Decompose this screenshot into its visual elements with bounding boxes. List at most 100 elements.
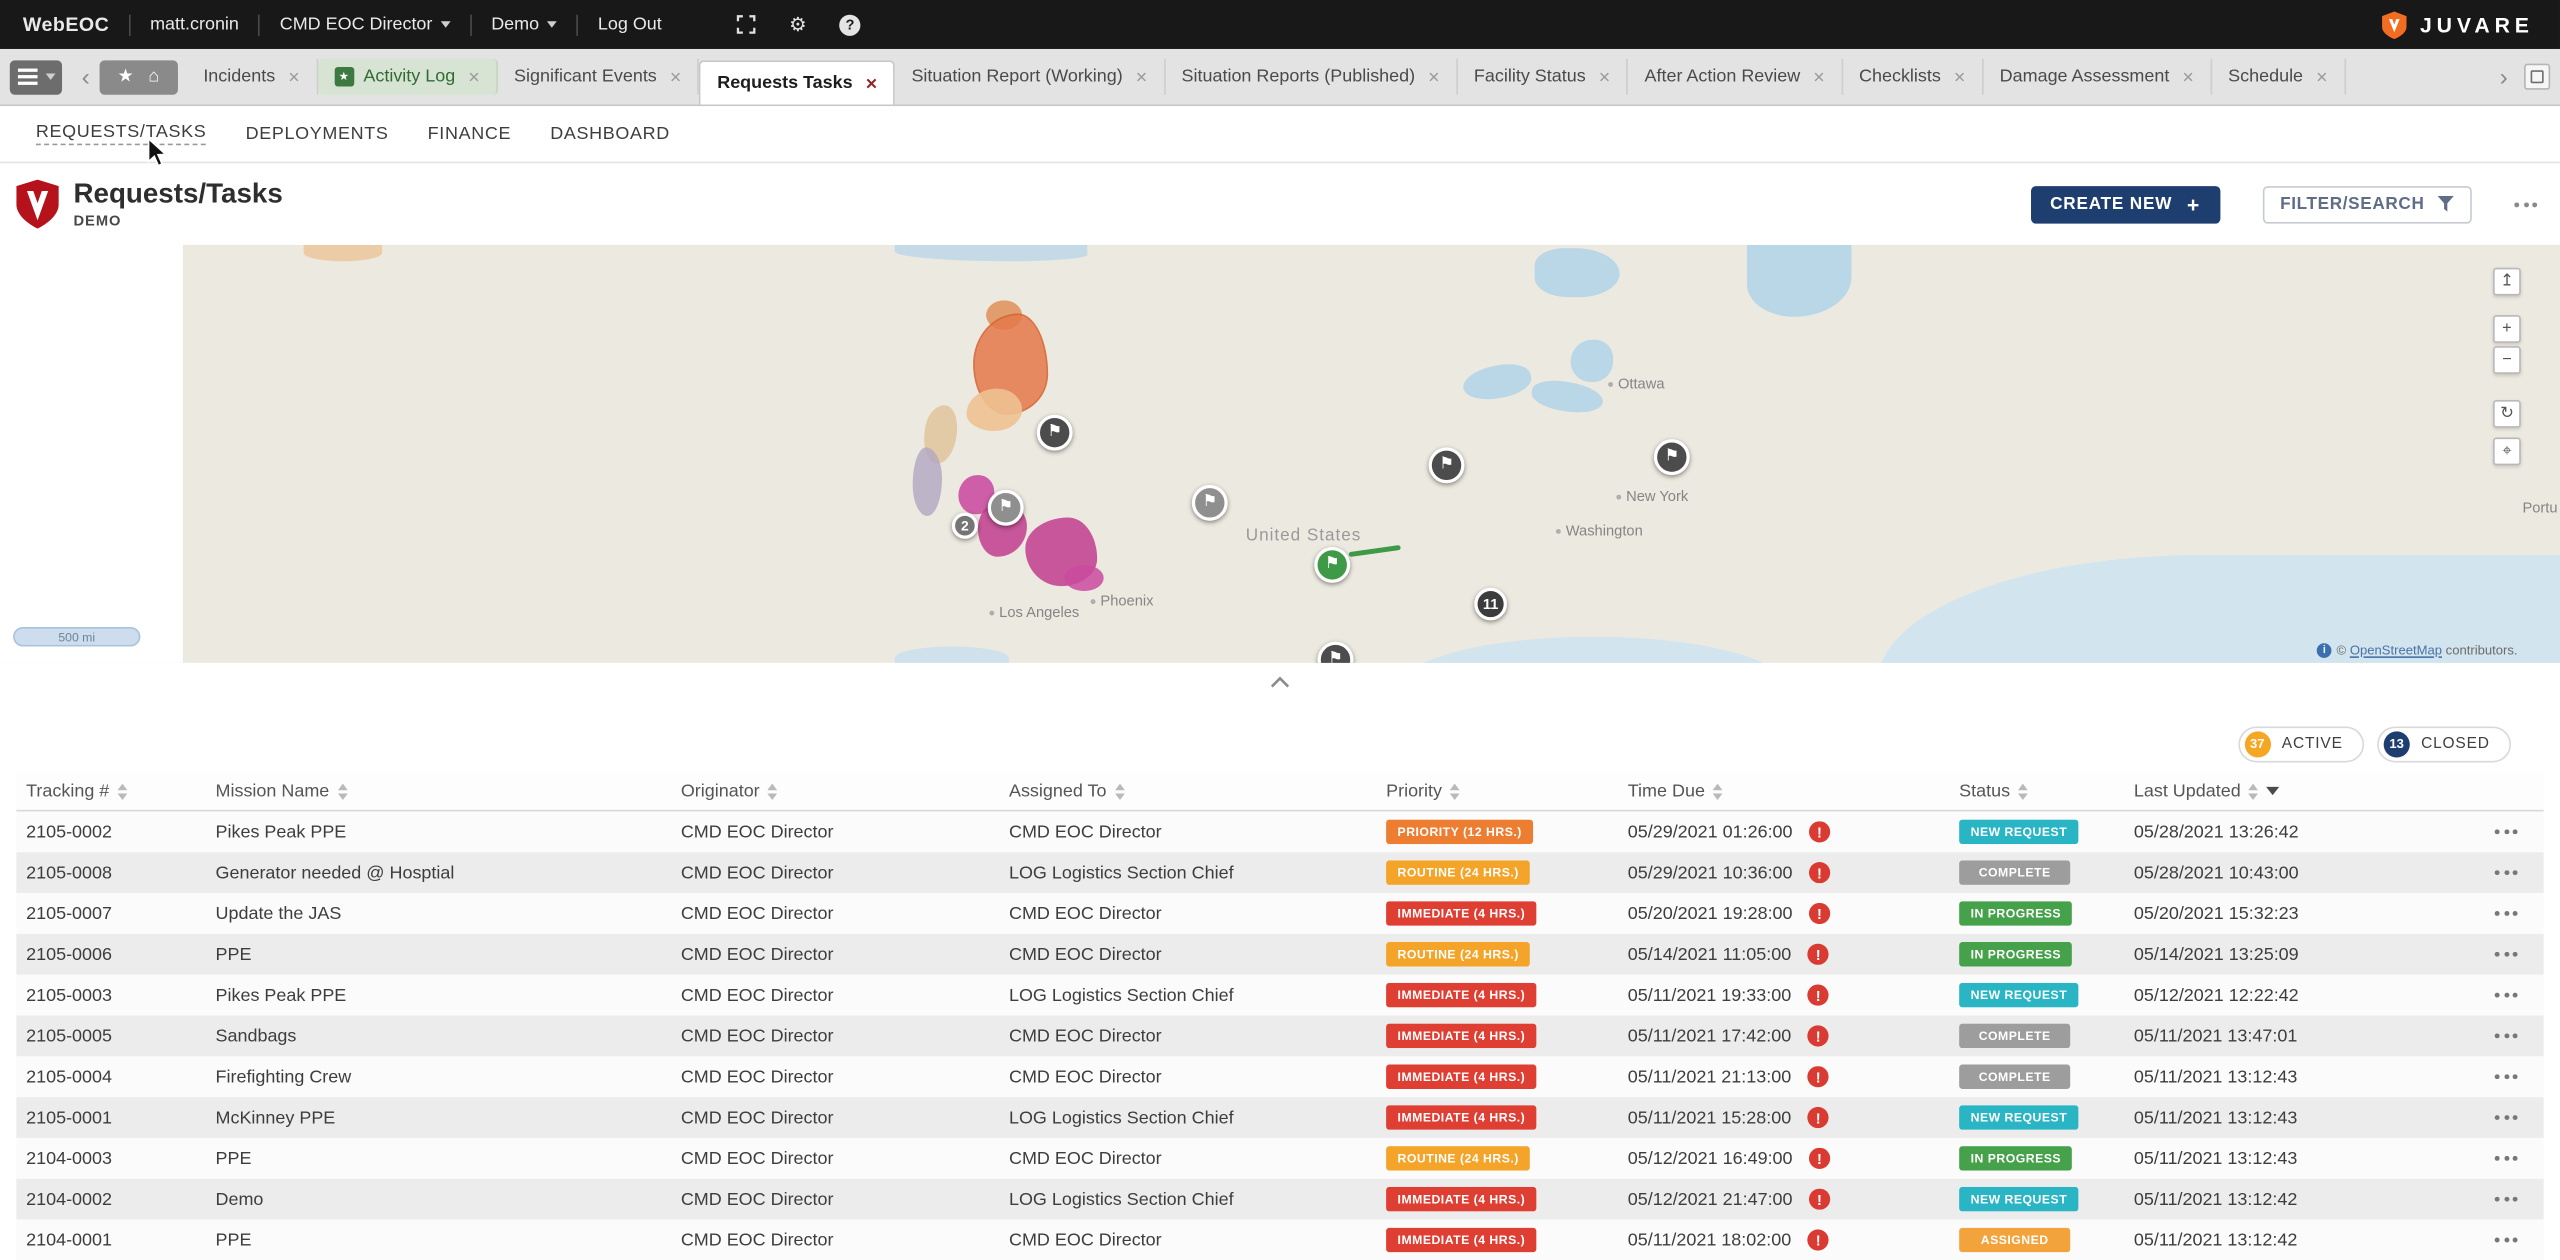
column-header[interactable]: Assigned To (999, 781, 1376, 801)
row-menu-button[interactable] (2495, 1033, 2518, 1038)
filter-search-button[interactable]: FILTER/SEARCH (2262, 185, 2472, 223)
table-row[interactable]: 2105-0001 McKinney PPE CMD EOC Director … (16, 1097, 2543, 1138)
tab-scroll-right-button[interactable]: › (2493, 64, 2514, 88)
board-tab[interactable]: ★ After Action Review × (1628, 59, 1843, 95)
map-flag-marker[interactable]: ⚑ (988, 490, 1024, 526)
mission-name: Generator needed @ Hosptial (206, 863, 671, 883)
position-menu[interactable]: CMD EOC Director (280, 15, 451, 35)
row-menu-button[interactable] (2495, 1238, 2518, 1243)
fullscreen-icon[interactable] (737, 15, 757, 35)
time-due: 05/12/2021 16:49:00 (1628, 1149, 1793, 1169)
close-icon[interactable]: × (468, 67, 479, 87)
close-icon[interactable]: × (1136, 67, 1147, 87)
board-tab[interactable]: ★ Significant Events × (498, 59, 700, 95)
map-flag-marker[interactable]: ⚑ (1314, 547, 1350, 583)
subnav-item[interactable]: REQUESTS/TASKS (36, 122, 206, 145)
refresh-button[interactable]: ↻ (2493, 400, 2521, 428)
tab-label: Situation Reports (Published) (1182, 67, 1416, 87)
board-tab[interactable]: ★ Checklists × (1843, 59, 1984, 95)
board-tab[interactable]: ★ Damage Assessment × (1983, 59, 2211, 95)
pan-extent-button[interactable]: ↥ (2493, 268, 2521, 296)
status-badge: NEW REQUEST (1959, 1187, 2078, 1211)
close-icon[interactable]: × (1813, 67, 1824, 87)
column-header[interactable]: Time Due (1618, 781, 1949, 801)
row-menu-button[interactable] (2495, 1074, 2518, 1079)
close-icon[interactable]: × (670, 67, 681, 87)
active-filter-pill[interactable]: 37 ACTIVE (2238, 726, 2364, 762)
board-tab[interactable]: ★ Activity Log × (318, 59, 498, 95)
table-row[interactable]: 2105-0005 Sandbags CMD EOC Director CMD … (16, 1016, 2543, 1057)
column-header[interactable]: Tracking # (16, 781, 205, 801)
table-row[interactable]: 2105-0008 Generator needed @ Hosptial CM… (16, 852, 2543, 893)
info-icon[interactable]: i (2317, 643, 2332, 658)
osm-link[interactable]: OpenStreetMap (2350, 643, 2442, 658)
map-cluster-marker[interactable]: 11 (1474, 588, 1507, 621)
close-icon[interactable]: × (1599, 67, 1610, 87)
close-icon[interactable]: × (2182, 67, 2193, 87)
close-icon[interactable]: × (1954, 67, 1965, 87)
assigned-to: CMD EOC Director (999, 1230, 1376, 1250)
collapse-map-button[interactable] (1269, 676, 1292, 689)
zoom-out-button[interactable]: − (2493, 346, 2521, 374)
map-water (1571, 340, 1613, 382)
priority-badge: ROUTINE (24 HRS.) (1386, 860, 1530, 884)
table-row[interactable]: 2104-0002 Demo CMD EOC Director LOG Logi… (16, 1179, 2543, 1220)
zoom-in-button[interactable]: + (2493, 315, 2521, 343)
row-menu-button[interactable] (2495, 870, 2518, 875)
row-menu-button[interactable] (2495, 1197, 2518, 1202)
open-new-window-button[interactable] (2524, 64, 2550, 90)
column-header[interactable]: Status (1949, 781, 2124, 801)
column-header[interactable]: Mission Name (206, 781, 671, 801)
map-flag-marker[interactable]: ⚑ (1654, 439, 1690, 475)
row-menu-button[interactable] (2495, 911, 2518, 916)
logout-button[interactable]: Log Out (598, 15, 662, 35)
map-flag-marker[interactable]: ⚑ (1429, 447, 1465, 483)
close-icon[interactable]: × (2316, 67, 2327, 87)
map-collapse-strip (0, 663, 2560, 702)
table-row[interactable]: 2104-0001 PPE CMD EOC Director CMD EOC D… (16, 1220, 2543, 1260)
close-icon[interactable]: × (866, 73, 877, 93)
board-tab[interactable]: ★ Schedule × (2212, 59, 2346, 95)
app-brand: WebEOC (23, 13, 109, 36)
close-icon[interactable]: × (288, 67, 299, 87)
menu-button[interactable] (10, 60, 62, 94)
help-icon[interactable]: ? (839, 14, 860, 35)
board-tab[interactable]: ★ Requests Tasks × (699, 60, 895, 104)
gear-icon[interactable]: ⚙ (789, 13, 807, 36)
row-menu-button[interactable] (2495, 1115, 2518, 1120)
locate-button[interactable]: ⌖ (2493, 438, 2521, 466)
table-row[interactable]: 2105-0003 Pikes Peak PPE CMD EOC Directo… (16, 975, 2543, 1016)
row-menu-button[interactable] (2495, 993, 2518, 998)
board-tab[interactable]: ★ Facility Status × (1458, 59, 1629, 95)
table-row[interactable]: 2104-0003 PPE CMD EOC Director CMD EOC D… (16, 1138, 2543, 1179)
closed-filter-pill[interactable]: 13 CLOSED (2377, 726, 2511, 762)
create-new-button[interactable]: CREATE NEW+ (2030, 185, 2219, 223)
map-flag-marker[interactable]: ⚑ (1037, 415, 1073, 451)
column-header[interactable]: Priority (1376, 781, 1618, 801)
board-tab[interactable]: ★ Situation Reports (Published) × (1165, 59, 1457, 95)
map-flag-marker[interactable]: ⚑ (1318, 642, 1354, 663)
close-icon[interactable]: × (1428, 67, 1439, 87)
header-more-button[interactable] (2514, 202, 2537, 207)
home-tab[interactable]: ★ ⌂ (100, 60, 178, 94)
subnav-item[interactable]: DASHBOARD (550, 124, 670, 144)
incident-menu[interactable]: Demo (491, 15, 557, 35)
table-row[interactable]: 2105-0004 Firefighting Crew CMD EOC Dire… (16, 1056, 2543, 1097)
board-tab[interactable]: ★ Incidents × (187, 59, 318, 95)
table-row[interactable]: 2105-0007 Update the JAS CMD EOC Directo… (16, 893, 2543, 934)
row-menu-button[interactable] (2495, 952, 2518, 957)
map[interactable]: 500 mi i © OpenStreetMap contributors. O… (0, 245, 2560, 663)
table-row[interactable]: 2105-0006 PPE CMD EOC Director CMD EOC D… (16, 934, 2543, 975)
board-tab[interactable]: ★ Situation Report (Working) × (895, 59, 1165, 95)
row-menu-button[interactable] (2495, 829, 2518, 834)
map-cluster-marker[interactable]: 2 (952, 513, 978, 539)
tab-scroll-left-button[interactable]: ‹ (75, 64, 96, 88)
subnav-item[interactable]: DEPLOYMENTS (246, 124, 389, 144)
table-row[interactable]: 2105-0002 Pikes Peak PPE CMD EOC Directo… (16, 811, 2543, 852)
row-menu-button[interactable] (2495, 1156, 2518, 1161)
overdue-icon: ! (1809, 862, 1830, 883)
map-flag-marker[interactable]: ⚑ (1192, 485, 1228, 521)
subnav-item[interactable]: FINANCE (428, 124, 511, 144)
column-header[interactable]: Last Updated (2124, 781, 2451, 801)
column-header[interactable]: Originator (671, 781, 999, 801)
